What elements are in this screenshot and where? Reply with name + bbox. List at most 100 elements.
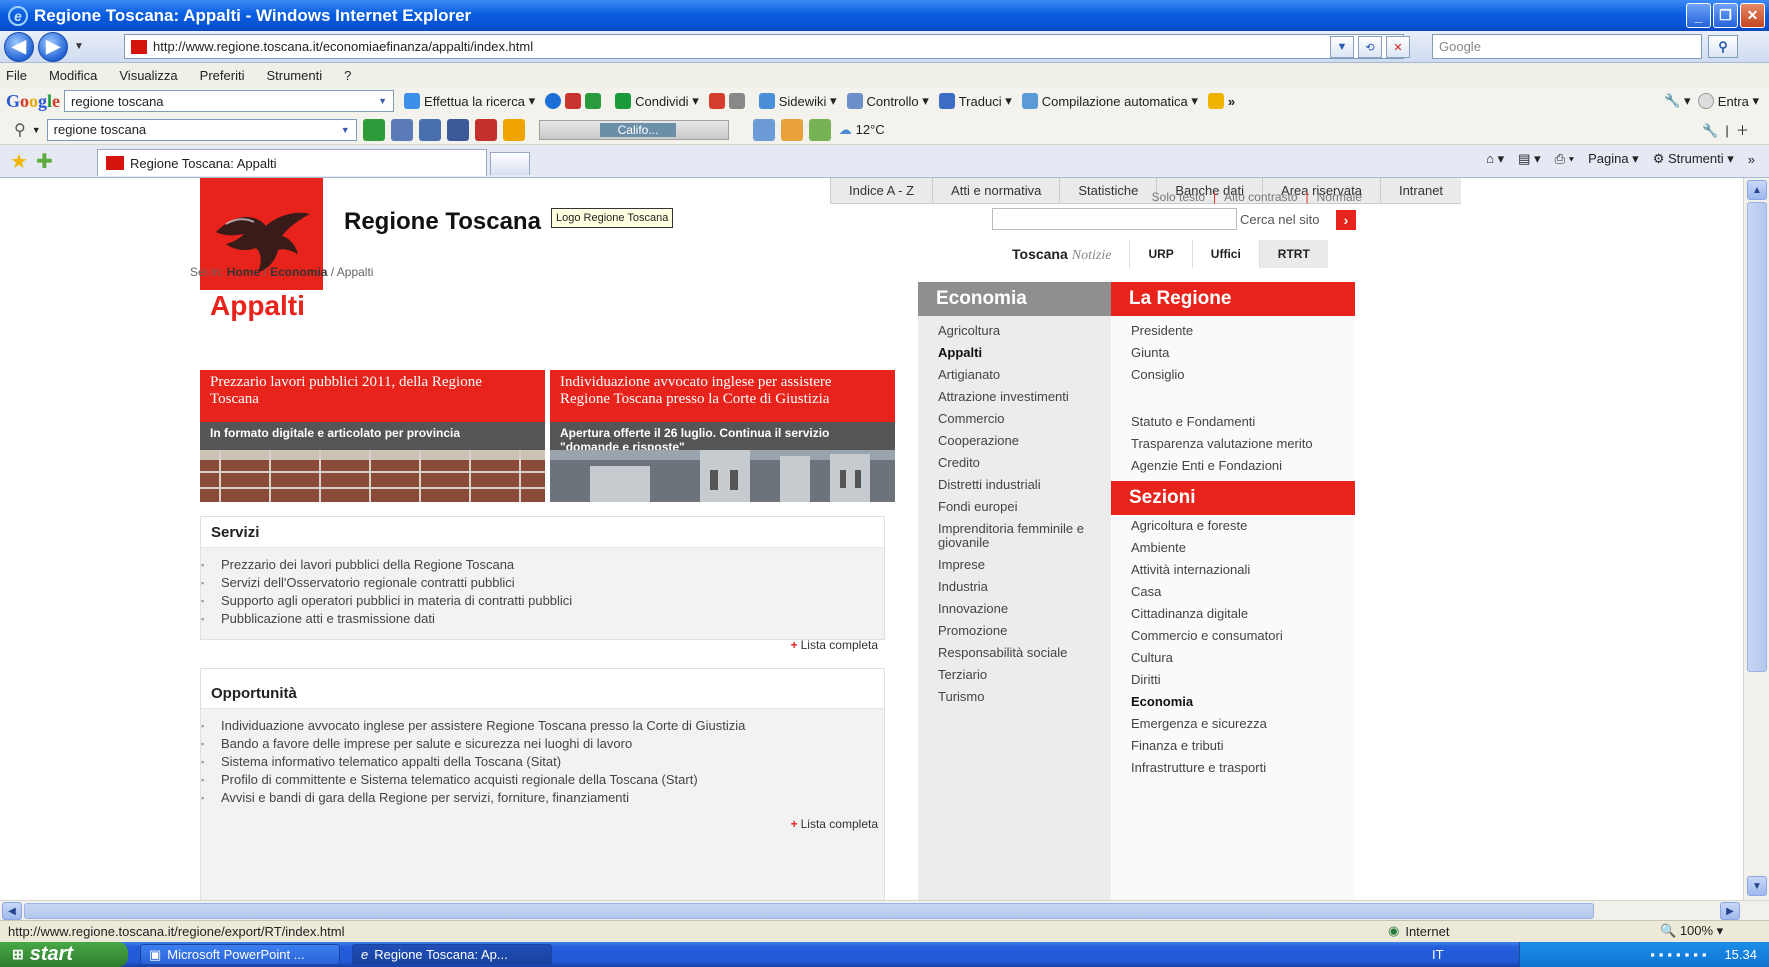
regione-item-statuto[interactable]: Statuto e Fondamenti [1111, 415, 1355, 429]
page-menu[interactable]: Pagina ▾ [1588, 151, 1639, 167]
menu-help[interactable]: ? [344, 68, 351, 83]
favorites-star-icon[interactable]: ★ [10, 149, 28, 174]
sezioni-item[interactable]: Infrastrutture e trasporti [1111, 761, 1355, 775]
home-icon[interactable]: ⌂ ▾ [1486, 151, 1504, 167]
google-search-button[interactable]: Effettua la ricerca ▾ [404, 93, 535, 109]
sezioni-item[interactable]: Ambiente [1111, 541, 1355, 555]
opportunita-more-link[interactable]: + Lista completa [201, 807, 884, 839]
site-search-input[interactable] [992, 208, 1237, 230]
nav-indice[interactable]: Indice A - Z [830, 178, 932, 203]
regione-item-giunta[interactable]: Giunta [1111, 346, 1355, 360]
economia-item-terziario[interactable]: Terziario [918, 668, 1111, 682]
close-button[interactable]: ✕ [1740, 3, 1765, 28]
wrench-icon[interactable]: 🔧 | ＋ [1702, 120, 1749, 139]
second-search-input[interactable]: regione toscana ▼ [46, 118, 357, 141]
refresh-icon[interactable]: ⟲ [1358, 36, 1382, 58]
pencil-icon[interactable]: » [1207, 93, 1235, 109]
link-solo-testo[interactable]: Solo testo [1152, 190, 1205, 204]
regione-item-presidente[interactable]: Presidente [1111, 324, 1355, 338]
bookmark-icons[interactable] [708, 93, 749, 109]
security-zone[interactable]: ◉ Internet [1388, 923, 1449, 939]
google-toolbar-search-input[interactable]: regione toscana ▼ [64, 90, 395, 112]
economia-item-turismo[interactable]: Turismo [918, 690, 1111, 704]
nav-atti[interactable]: Atti e normativa [932, 178, 1059, 203]
economia-item-appalti[interactable]: Appalti [918, 346, 1111, 360]
zoom-control[interactable]: 🔍 100% ▾ [1660, 923, 1723, 939]
add-favorites-icon[interactable]: ✚ [36, 149, 53, 174]
list-item[interactable]: Avvisi e bandi di gara della Regione per… [201, 789, 884, 807]
mail-icon[interactable] [752, 118, 775, 141]
promo-prezzario[interactable]: Prezzario lavori pubblici 2011, della Re… [200, 370, 545, 502]
task-ie[interactable]: e Regione Toscana: Ap... [352, 944, 552, 965]
horizontal-scrollbar[interactable]: ◀ ▶ [0, 900, 1769, 920]
menu-preferiti[interactable]: Preferiti [200, 68, 245, 83]
feeds-icon[interactable]: ▤ ▾ [1518, 151, 1540, 167]
promo-avvocato[interactable]: Individuazione avvocato inglese per assi… [550, 370, 895, 502]
economia-item-imprese[interactable]: Imprese [918, 558, 1111, 572]
regione-item-trasparenza[interactable]: Trasparenza valutazione merito [1111, 437, 1355, 451]
chevron-down-icon[interactable]: ▼ [378, 96, 387, 106]
scroll-up-icon[interactable]: ▲ [1747, 180, 1767, 200]
stop-icon[interactable]: ✕ [1386, 36, 1410, 58]
tab-urp[interactable]: URP [1129, 240, 1191, 268]
tray-icons[interactable]: ▪▪▪▪▪▪▪ [1650, 947, 1710, 962]
economia-item-cooperazione[interactable]: Cooperazione [918, 434, 1111, 448]
scroll-right-icon[interactable]: ▶ [1720, 902, 1740, 920]
regione-item-consiglio[interactable]: Consiglio [1111, 368, 1355, 382]
economia-item-agricoltura[interactable]: Agricoltura [918, 324, 1111, 338]
economia-item-promozione[interactable]: Promozione [918, 624, 1111, 638]
favorite-star-icon[interactable] [502, 118, 525, 141]
google-search-input[interactable]: Google [1432, 34, 1702, 59]
sezioni-item-economia[interactable]: Economia [1111, 695, 1355, 709]
sezioni-item[interactable]: Diritti [1111, 673, 1355, 687]
menu-strumenti[interactable]: Strumenti [266, 68, 322, 83]
breadcrumb-home[interactable]: Home [227, 265, 260, 279]
calendar-icon[interactable] [780, 118, 803, 141]
link-normale[interactable]: Normale [1317, 190, 1362, 204]
spellcheck-button[interactable]: Controllo ▾ [846, 93, 929, 109]
list-item[interactable]: Pubblicazione atti e trasmissione dati [201, 610, 884, 628]
economia-item-attrazione[interactable]: Attrazione investimenti [918, 390, 1111, 404]
menu-visualizza[interactable]: Visualizza [119, 68, 177, 83]
start-button[interactable]: ⊞ start [0, 942, 128, 967]
nav-intranet[interactable]: Intranet [1379, 178, 1461, 203]
sezioni-item[interactable]: Cultura [1111, 651, 1355, 665]
share-button[interactable]: Condividi ▾ [615, 93, 699, 109]
facebook-icon[interactable] [446, 118, 469, 141]
list-item[interactable]: Prezzario dei lavori pubblici della Regi… [201, 556, 884, 574]
economia-item-commercio[interactable]: Commercio [918, 412, 1111, 426]
restore-button[interactable]: ❐ [1713, 3, 1738, 28]
list-item[interactable]: Sistema informativo telematico appalti d… [201, 753, 884, 771]
sezioni-item[interactable]: Agricoltura e foreste [1111, 519, 1355, 533]
url-dropdown-icon[interactable]: ▼ [1330, 36, 1354, 58]
go-icon[interactable] [362, 118, 385, 141]
map-icon[interactable] [808, 118, 831, 141]
sezioni-item[interactable]: Finanza e tributi [1111, 739, 1355, 753]
vertical-scrollbar[interactable]: ▲ ▼ [1743, 178, 1769, 900]
economia-item-credito[interactable]: Credito [918, 456, 1111, 470]
regione-item-agenzie[interactable]: Agenzie Enti e Fondazioni [1111, 459, 1355, 473]
autofill-button[interactable]: Compilazione automatica ▾ [1021, 93, 1198, 109]
tab-uffici[interactable]: Uffici [1191, 240, 1259, 268]
forward-button[interactable]: ▶ [38, 31, 68, 62]
new-tab-button[interactable] [490, 152, 530, 175]
breadcrumb-economia[interactable]: Economia [270, 265, 327, 279]
horizontal-scroll-thumb[interactable] [24, 903, 1594, 919]
overflow-icon[interactable]: » [1748, 152, 1755, 167]
sezioni-item[interactable]: Emergenza e sicurezza [1111, 717, 1355, 731]
toolbar-extra-icons[interactable] [545, 93, 605, 109]
link-alto-contrasto[interactable]: Alto contrasto [1224, 190, 1297, 204]
sezioni-item[interactable]: Attività internazionali [1111, 563, 1355, 577]
back-button[interactable]: ◀ [4, 31, 34, 62]
economia-item-distretti[interactable]: Distretti industriali [918, 478, 1111, 492]
chevron-down-icon[interactable]: ▼ [341, 125, 350, 135]
economia-item-industria[interactable]: Industria [918, 580, 1111, 594]
tab-toscana-notizie[interactable]: Toscana Notizie [992, 240, 1129, 268]
print-icon[interactable]: ⎙ ▾ [1555, 151, 1574, 167]
radio-player[interactable]: Califo... [538, 119, 729, 140]
list-item[interactable]: Individuazione avvocato inglese per assi… [201, 717, 884, 735]
economia-item-innovazione[interactable]: Innovazione [918, 602, 1111, 616]
minimize-button[interactable]: _ [1686, 3, 1711, 28]
site-search-button[interactable]: › [1336, 210, 1356, 230]
tab-active[interactable]: Regione Toscana: Appalti [97, 149, 487, 176]
